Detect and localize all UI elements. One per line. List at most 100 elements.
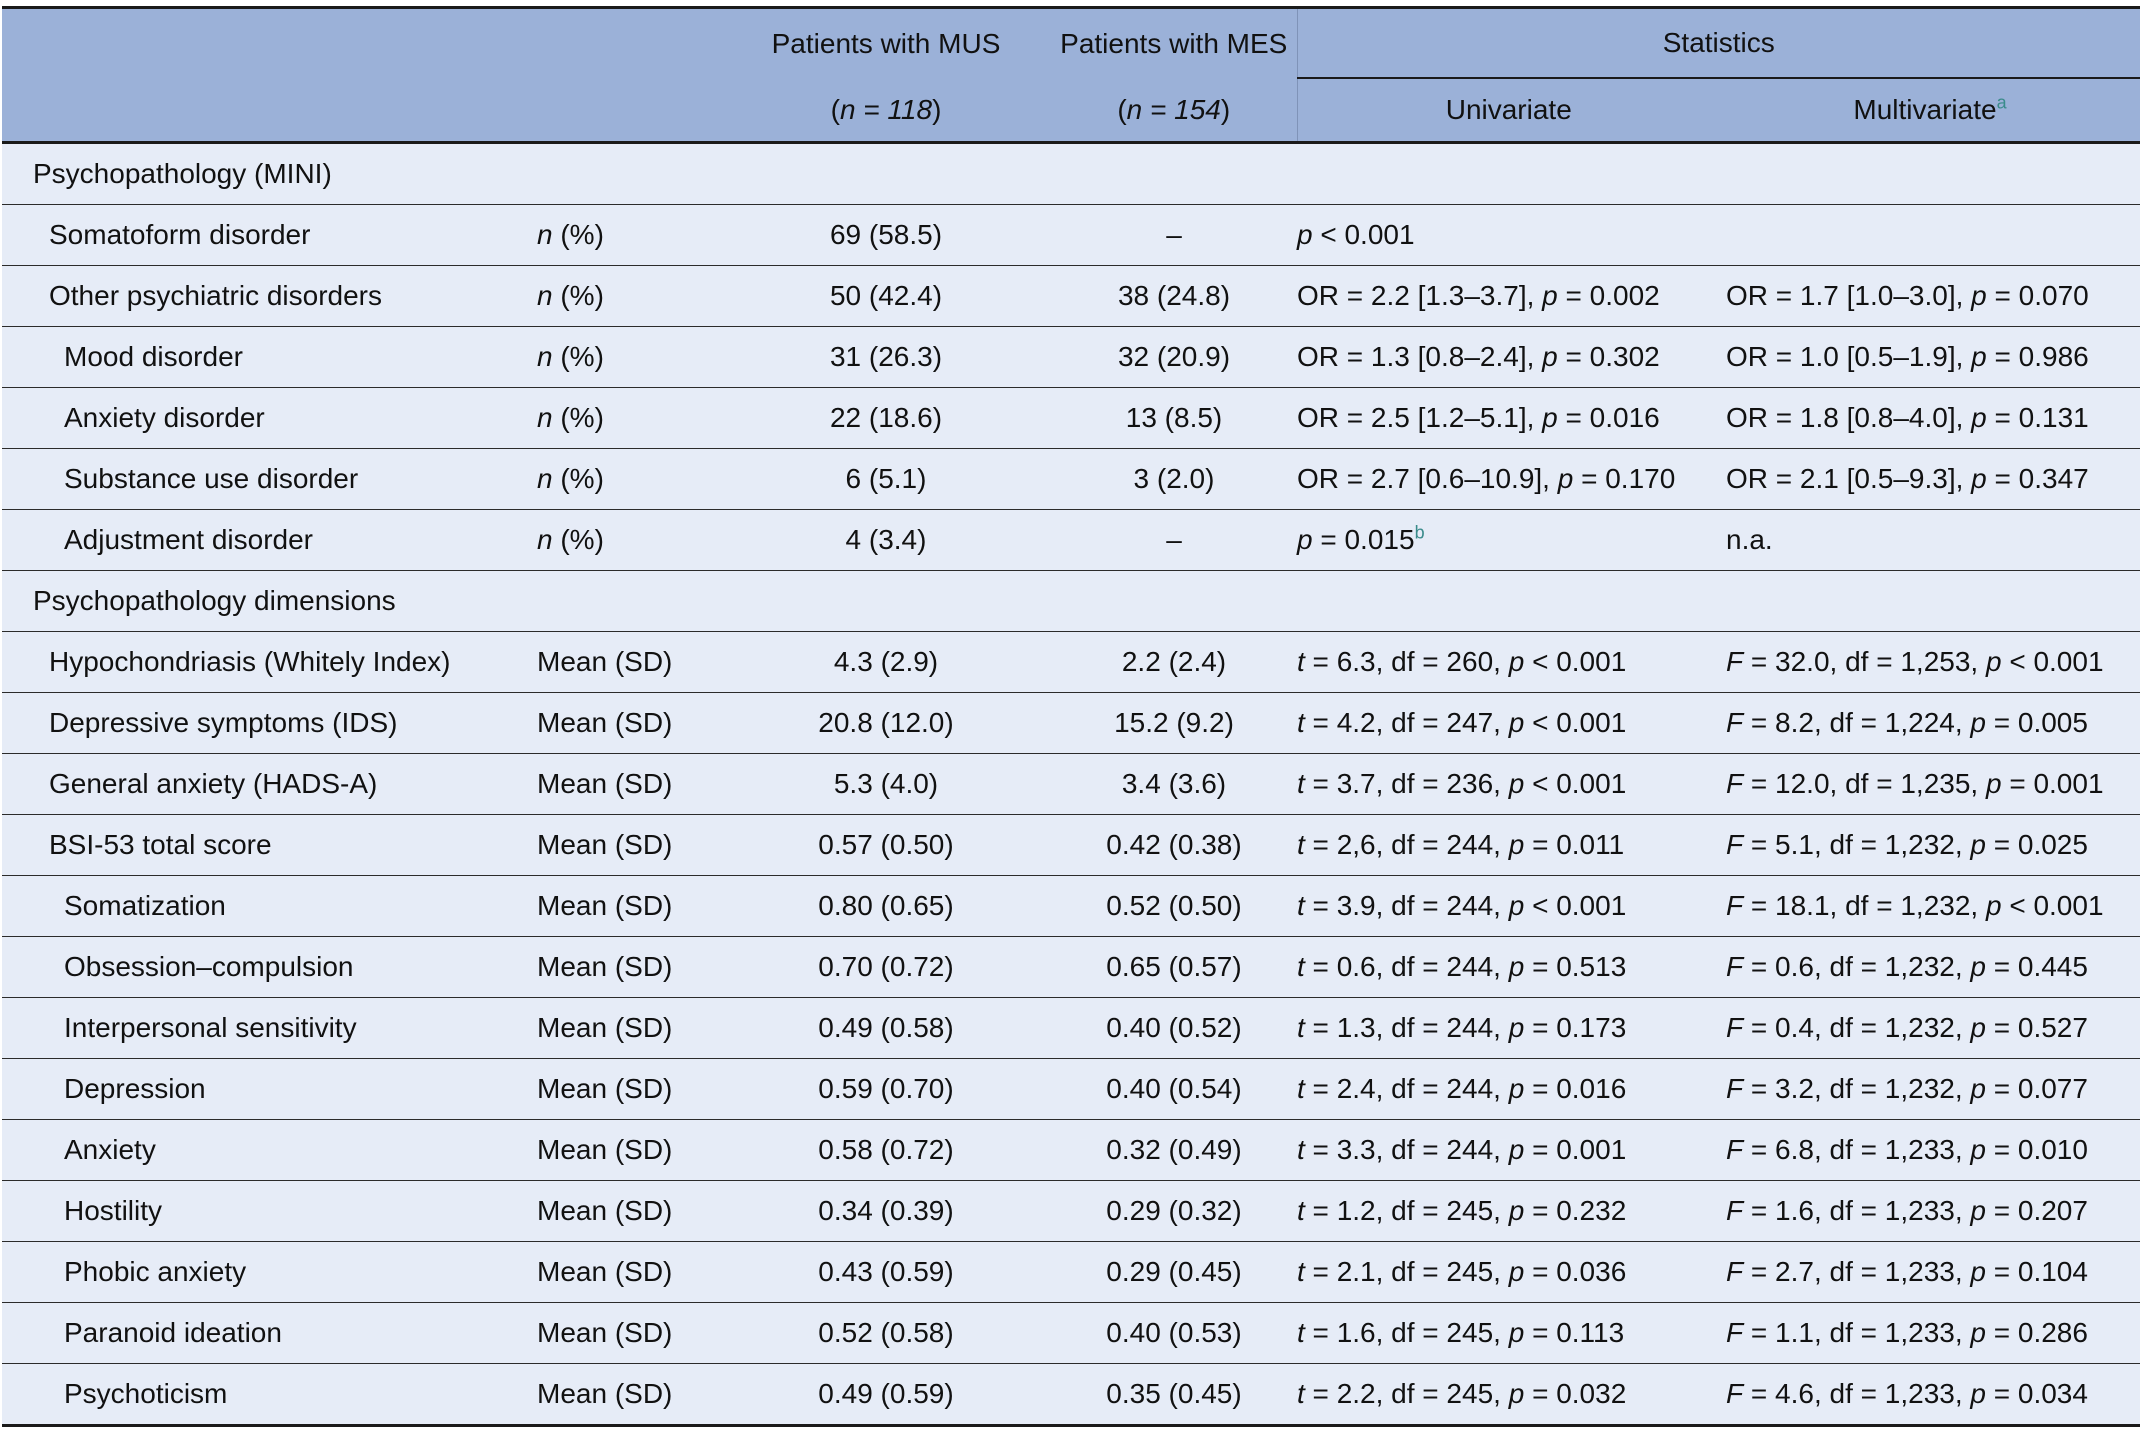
row-label: Obsession–compulsion bbox=[2, 936, 531, 998]
cell-univariate-text: t = 3.3, df = 244, p = 0.001 bbox=[1297, 1134, 1627, 1165]
cell-multivariate-text: F = 18.1, df = 1,232, p < 0.001 bbox=[1726, 890, 2104, 921]
header-statistics: Statistics bbox=[1296, 6, 2140, 79]
cell-mus-text: 0.49 (0.59) bbox=[818, 1378, 954, 1409]
cell-multivariate: OR = 2.1 [0.5–9.3], p = 0.347 bbox=[1720, 448, 2140, 510]
row-label-text: Depression bbox=[64, 1073, 206, 1104]
cell-univariate-text: t = 6.3, df = 260, p < 0.001 bbox=[1297, 646, 1627, 677]
row-label: Hostility bbox=[2, 1180, 531, 1242]
cell-univariate: OR = 2.7 [0.6–10.9], p = 0.170 bbox=[1297, 448, 1720, 510]
cell-univariate: t = 2.1, df = 245, p = 0.036 bbox=[1297, 1241, 1720, 1303]
cell-mus: 0.43 (0.59) bbox=[721, 1241, 1051, 1303]
cell-univariate-text: OR = 2.5 [1.2–5.1], p = 0.016 bbox=[1297, 402, 1660, 433]
table-body: Psychopathology (MINI) Somatoform disorde… bbox=[2, 142, 2140, 1427]
row-measure-type-text: Mean (SD) bbox=[537, 951, 673, 982]
table-row: Adjustment disorder n (%) 4 (3.4) – p = 0.01… bbox=[2, 509, 2140, 571]
cell-mes-text: 0.29 (0.32) bbox=[1106, 1195, 1242, 1226]
cell-mus: 0.49 (0.58) bbox=[721, 997, 1051, 1059]
cell-multivariate: OR = 1.8 [0.8–4.0], p = 0.131 bbox=[1720, 387, 2140, 449]
cell-mus-text: 0.34 (0.39) bbox=[818, 1195, 954, 1226]
cell-multivariate bbox=[1720, 204, 2140, 266]
cell-mes-text: 0.42 (0.38) bbox=[1106, 829, 1242, 860]
table-row: Hostility Mean (SD) 0.34 (0.39) 0.29 (0.32)… bbox=[2, 1180, 2140, 1242]
row-measure-type: Mean (SD) bbox=[531, 1119, 721, 1181]
header-multivariate: Multivariatea bbox=[1720, 78, 2140, 144]
row-label: Somatization bbox=[2, 875, 531, 937]
row-measure-type-text: Mean (SD) bbox=[537, 890, 673, 921]
cell-univariate: p < 0.001 bbox=[1297, 204, 1720, 266]
cell-multivariate: F = 32.0, df = 1,253, p < 0.001 bbox=[1720, 631, 2140, 693]
cell-multivariate: F = 0.6, df = 1,232, p = 0.445 bbox=[1720, 936, 2140, 998]
row-measure-type-text: n (%) bbox=[537, 219, 604, 250]
cell-univariate: p = 0.015b bbox=[1297, 509, 1720, 571]
cell-univariate-text: OR = 1.3 [0.8–2.4], p = 0.302 bbox=[1297, 341, 1660, 372]
cell-multivariate-text: F = 1.6, df = 1,233, p = 0.207 bbox=[1726, 1195, 2088, 1226]
row-measure-type: n (%) bbox=[531, 265, 721, 327]
cell-univariate: t = 0.6, df = 244, p = 0.513 bbox=[1297, 936, 1720, 998]
row-measure-type: Mean (SD) bbox=[531, 1363, 721, 1427]
cell-mus-text: 31 (26.3) bbox=[829, 341, 943, 372]
cell-mes: 38 (24.8) bbox=[1051, 265, 1297, 327]
table-row: Interpersonal sensitivity Mean (SD) 0.49 (… bbox=[2, 997, 2140, 1059]
cell-multivariate-text: F = 8.2, df = 1,224, p = 0.005 bbox=[1726, 707, 2088, 738]
row-label-text: Paranoid ideation bbox=[64, 1317, 282, 1348]
cell-univariate-text: OR = 2.2 [1.3–3.7], p = 0.002 bbox=[1297, 280, 1660, 311]
table-row: Hypochondriasis (Whitely Index) Mean (SD)… bbox=[2, 631, 2140, 693]
row-label: Anxiety bbox=[2, 1119, 531, 1181]
cell-multivariate-text: F = 3.2, df = 1,232, p = 0.077 bbox=[1726, 1073, 2088, 1104]
cell-mus-text: 4.3 (2.9) bbox=[833, 646, 939, 677]
cell-mes-text: – bbox=[1166, 219, 1182, 250]
cell-mes: 0.35 (0.45) bbox=[1051, 1363, 1297, 1427]
cell-mus-text: 0.58 (0.72) bbox=[818, 1134, 954, 1165]
row-label-text: Somatization bbox=[64, 890, 226, 921]
multivariate-label: Multivariate bbox=[1853, 94, 1997, 125]
cell-mus-text: 0.80 (0.65) bbox=[818, 890, 954, 921]
cell-univariate: OR = 1.3 [0.8–2.4], p = 0.302 bbox=[1297, 326, 1720, 388]
cell-mus: 4 (3.4) bbox=[721, 509, 1051, 571]
row-measure-type: n (%) bbox=[531, 509, 721, 571]
row-label: Substance use disorder bbox=[2, 448, 531, 510]
header-mes: Patients with MES bbox=[1051, 6, 1297, 78]
table-row: Paranoid ideation Mean (SD) 0.52 (0.58) 0.4… bbox=[2, 1302, 2140, 1364]
cell-mes: 0.52 (0.50) bbox=[1051, 875, 1297, 937]
section-row: Psychopathology dimensions bbox=[2, 570, 2140, 632]
cell-multivariate: F = 5.1, df = 1,232, p = 0.025 bbox=[1720, 814, 2140, 876]
cell-mus: 0.57 (0.50) bbox=[721, 814, 1051, 876]
row-measure-type-text: Mean (SD) bbox=[537, 1378, 673, 1409]
row-measure-type-text: Mean (SD) bbox=[537, 1256, 673, 1287]
cell-mus-text: 50 (42.4) bbox=[829, 280, 943, 311]
row-measure-type-text: n (%) bbox=[537, 524, 604, 555]
cell-multivariate: F = 6.8, df = 1,233, p = 0.010 bbox=[1720, 1119, 2140, 1181]
row-label-text: Obsession–compulsion bbox=[64, 951, 354, 982]
row-label-text: Hostility bbox=[64, 1195, 163, 1226]
cell-mus-text: 0.70 (0.72) bbox=[818, 951, 954, 982]
row-measure-type-text: n (%) bbox=[537, 402, 604, 433]
table-row: Depression Mean (SD) 0.59 (0.70) 0.40 (0.54… bbox=[2, 1058, 2140, 1120]
cell-univariate-text: p = 0.015 bbox=[1297, 524, 1415, 555]
cell-univariate-text: t = 3.9, df = 244, p < 0.001 bbox=[1297, 890, 1627, 921]
cell-univariate: OR = 2.5 [1.2–5.1], p = 0.016 bbox=[1297, 387, 1720, 449]
row-label: Mood disorder bbox=[2, 326, 531, 388]
row-label-text: Other psychiatric disorders bbox=[49, 280, 383, 311]
cell-univariate-text: t = 3.7, df = 236, p < 0.001 bbox=[1297, 768, 1627, 799]
row-measure-type: Mean (SD) bbox=[531, 631, 721, 693]
cell-mes-text: 0.29 (0.45) bbox=[1106, 1256, 1242, 1287]
cell-univariate-text: t = 4.2, df = 247, p < 0.001 bbox=[1297, 707, 1627, 738]
header-n-mes: (n = 154) bbox=[1051, 78, 1297, 144]
cell-mus: 0.49 (0.59) bbox=[721, 1363, 1051, 1427]
cell-multivariate-text: OR = 1.8 [0.8–4.0], p = 0.131 bbox=[1726, 402, 2089, 433]
cell-multivariate: F = 4.6, df = 1,233, p = 0.034 bbox=[1720, 1363, 2140, 1427]
cell-mus-text: 0.43 (0.59) bbox=[818, 1256, 954, 1287]
cell-univariate-text: t = 1.3, df = 244, p = 0.173 bbox=[1297, 1012, 1627, 1043]
cell-multivariate: n.a. bbox=[1720, 509, 2140, 571]
cell-mus-text: 5.3 (4.0) bbox=[833, 768, 939, 799]
cell-multivariate-text: OR = 1.7 [1.0–3.0], p = 0.070 bbox=[1726, 280, 2089, 311]
cell-mes-text: 3 (2.0) bbox=[1133, 463, 1215, 494]
row-measure-type: Mean (SD) bbox=[531, 875, 721, 937]
cell-multivariate-text: F = 2.7, df = 1,233, p = 0.104 bbox=[1726, 1256, 2088, 1287]
cell-mus: 4.3 (2.9) bbox=[721, 631, 1051, 693]
row-label-text: Interpersonal sensitivity bbox=[64, 1012, 357, 1043]
cell-multivariate-text: F = 12.0, df = 1,235, p = 0.001 bbox=[1726, 768, 2104, 799]
footnote-b-marker: b bbox=[1414, 522, 1425, 543]
n-mes-value: n = 154 bbox=[1126, 93, 1221, 125]
cell-multivariate: F = 1.6, df = 1,233, p = 0.207 bbox=[1720, 1180, 2140, 1242]
